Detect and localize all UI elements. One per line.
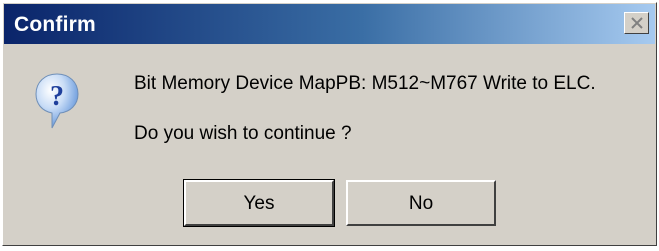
title-bar[interactable]: Confirm	[4, 4, 655, 44]
no-button[interactable]: No	[346, 180, 496, 226]
message-line-2: Do you wish to continue ?	[134, 123, 352, 144]
question-icon: ?	[34, 72, 80, 132]
yes-button[interactable]: Yes	[183, 179, 335, 227]
close-button[interactable]	[624, 12, 649, 34]
dialog-title: Confirm	[14, 13, 96, 36]
svg-text:?: ?	[50, 81, 64, 112]
message-line-1: Bit Memory Device MapPB: M512~M767 Write…	[134, 73, 596, 94]
close-icon	[631, 17, 643, 29]
